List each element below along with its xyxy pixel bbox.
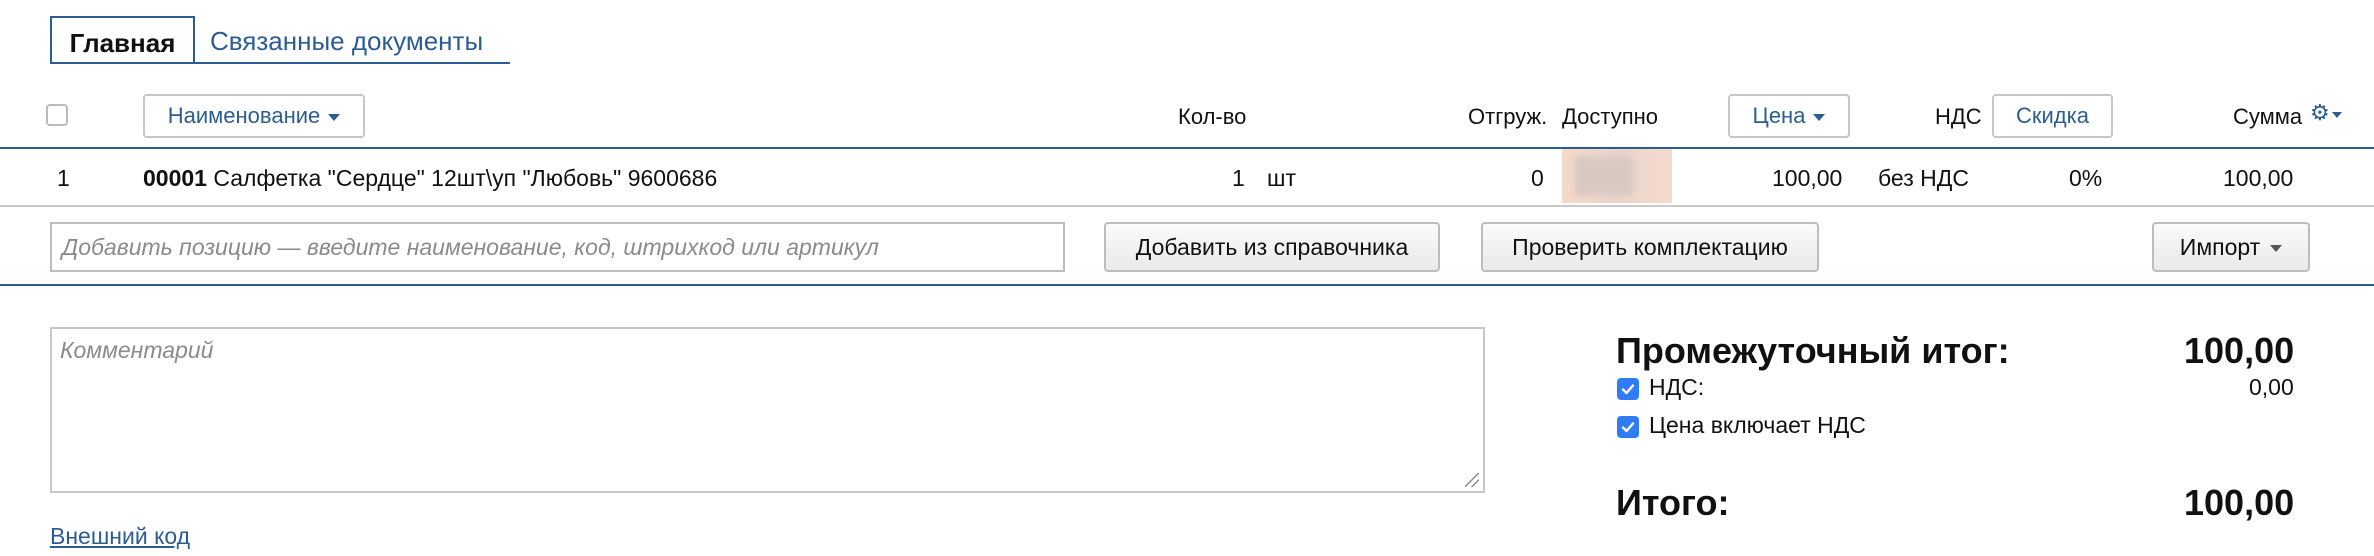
chevron-down-icon	[2331, 111, 2342, 118]
vat-value: 0,00	[2249, 374, 2294, 400]
row-discount[interactable]: 0%	[2069, 163, 2102, 193]
price-includes-vat-checkbox[interactable]	[1617, 416, 1639, 438]
table-bottom-rule	[0, 284, 2374, 286]
tab-related-documents[interactable]: Связанные документы	[210, 16, 483, 64]
row-price[interactable]: 100,00	[1772, 163, 1842, 193]
row-vat[interactable]: без НДС	[1878, 163, 1969, 193]
comment-placeholder: Комментарий	[60, 337, 214, 363]
price-sort-button[interactable]: Цена	[1728, 94, 1850, 138]
col-available-header: Доступно	[1562, 104, 1659, 129]
add-from-catalog-button[interactable]: Добавить из справочника	[1104, 222, 1440, 272]
add-position-input[interactable]: Добавить позицию — введите наименование,…	[50, 222, 1065, 272]
import-label: Импорт	[2179, 233, 2261, 260]
table-top-rule	[0, 147, 2374, 149]
total-value: 100,00	[2184, 482, 2295, 523]
price-includes-vat-label: Цена включает НДС	[1649, 412, 1866, 438]
resize-grip-icon[interactable]	[1465, 473, 1479, 487]
discount-label: Скидка	[2016, 103, 2089, 128]
row-unit: шт	[1267, 165, 1296, 191]
chevron-down-icon	[2270, 245, 2283, 252]
vat-checkbox[interactable]	[1617, 378, 1639, 400]
row-shipped: 0	[1531, 165, 1544, 191]
subtotal-label: Промежуточный итог:	[1616, 330, 2010, 371]
external-code-link[interactable]: Внешний код	[50, 523, 190, 550]
tab-main[interactable]: Главная	[50, 16, 195, 62]
table-row-rule	[0, 205, 2374, 207]
col-sum-header: Сумма	[2233, 104, 2303, 129]
comment-textarea[interactable]: Комментарий	[50, 327, 1485, 493]
column-settings-button[interactable]: ⚙	[2310, 100, 2342, 126]
checkmark-icon	[1621, 384, 1635, 395]
row-available-blur-detail	[1575, 157, 1633, 195]
select-all-checkbox[interactable]	[46, 104, 68, 126]
name-sort-label: Наименование	[167, 103, 321, 128]
col-shipped-header: Отгруж.	[1468, 104, 1548, 129]
total-label: Итого:	[1616, 482, 1730, 523]
price-sort-label: Цена	[1752, 103, 1806, 128]
col-qty-header: Кол-во	[1178, 104, 1247, 129]
vat-label: НДС:	[1649, 374, 1705, 400]
check-kit-button[interactable]: Проверить комплектацию	[1481, 222, 1819, 272]
col-vat-header: НДС	[1935, 104, 1982, 129]
row-sum: 100,00	[2223, 165, 2294, 191]
discount-button[interactable]: Скидка	[1992, 94, 2113, 138]
gear-icon: ⚙	[2310, 100, 2330, 125]
import-button[interactable]: Импорт	[2152, 222, 2310, 272]
tab-main-label: Главная	[69, 27, 176, 58]
row-qty[interactable]: 1	[1232, 163, 1245, 193]
subtotal-value: 100,00	[2184, 330, 2295, 371]
chevron-down-icon	[328, 114, 341, 121]
row-code: 00001	[143, 165, 207, 191]
row-name[interactable]: 00001 Салфетка "Сердце" 12шт\уп "Любовь"…	[143, 163, 717, 193]
row-index: 1	[57, 165, 70, 191]
check-kit-label: Проверить комплектацию	[1512, 233, 1788, 260]
add-position-placeholder: Добавить позицию — введите наименование,…	[62, 233, 879, 260]
tab-related-label: Связанные документы	[210, 25, 484, 56]
add-from-catalog-label: Добавить из справочника	[1135, 233, 1409, 260]
name-sort-button[interactable]: Наименование	[143, 94, 365, 138]
checkmark-icon	[1621, 422, 1635, 433]
chevron-down-icon	[1813, 114, 1826, 121]
row-name-text: Салфетка "Сердце" 12шт\уп "Любовь" 96006…	[213, 165, 718, 191]
